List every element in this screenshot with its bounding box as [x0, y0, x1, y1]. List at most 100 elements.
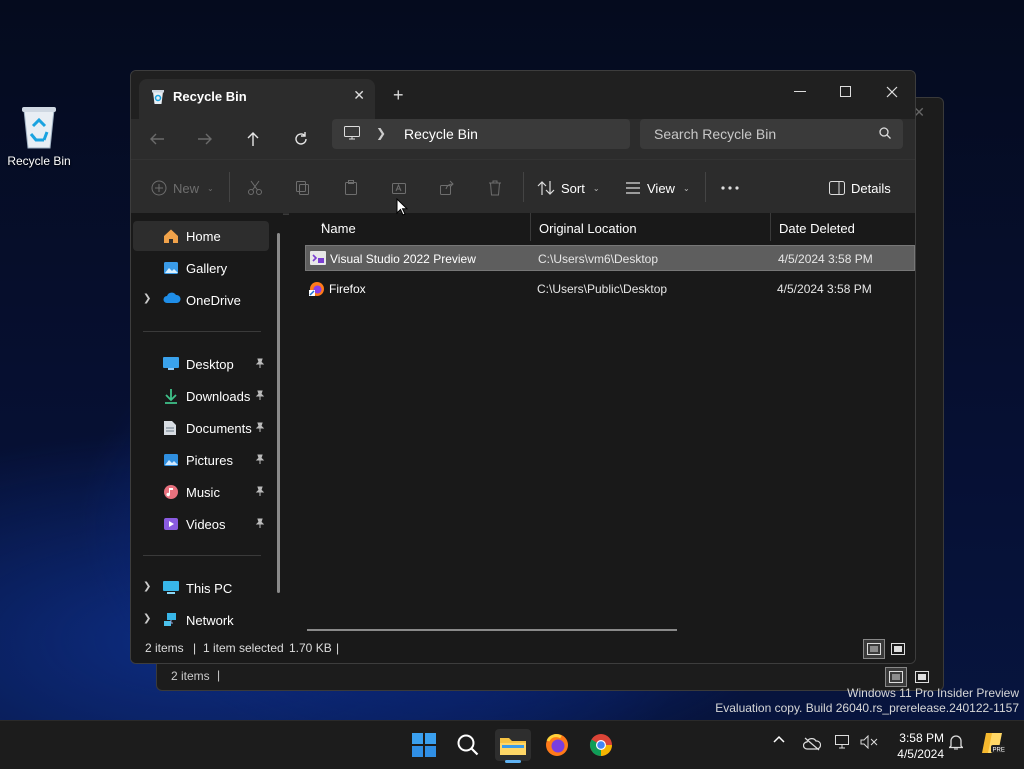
details-view-icon[interactable] [863, 639, 885, 659]
sidebar-item-label: Home [186, 229, 221, 244]
firefox-icon [309, 281, 325, 297]
forward-arrow-icon[interactable] [193, 127, 217, 151]
sidebar-item-videos[interactable]: Videos [133, 509, 269, 539]
sidebar-item-pictures[interactable]: Pictures [133, 445, 269, 475]
refresh-icon[interactable] [289, 127, 313, 151]
breadcrumb-recycle-bin[interactable]: Recycle Bin [404, 126, 478, 142]
clock-time: 3:58 PM [899, 731, 944, 745]
horizontal-scrollbar[interactable] [307, 629, 677, 631]
file-row-visual-studio[interactable]: Visual Studio 2022 Preview C:\Users\vm6\… [305, 245, 915, 271]
search-icon[interactable] [450, 729, 486, 761]
delete-icon[interactable] [487, 178, 503, 198]
rename-icon[interactable] [391, 178, 407, 198]
background-details-view-icon[interactable] [885, 667, 907, 687]
sidebar-item-documents[interactable]: Documents [133, 413, 269, 443]
pin-icon[interactable] [255, 454, 265, 464]
cut-icon[interactable] [247, 178, 263, 198]
status-item-count: 2 items [145, 641, 184, 655]
network-status-icon[interactable] [835, 735, 851, 749]
sidebar-item-label: Documents [186, 421, 252, 436]
sidebar-item-network[interactable]: ❯ Network [133, 605, 269, 635]
firefox-taskbar-icon[interactable] [539, 729, 575, 761]
svg-text:PRE: PRE [993, 748, 1005, 754]
pin-icon[interactable] [255, 358, 265, 368]
sidebar-item-desktop[interactable]: Desktop [133, 349, 269, 379]
column-header-label: Name [321, 221, 356, 236]
sidebar-item-this-pc[interactable]: ❯ This PC [133, 573, 269, 603]
breadcrumb-chevron-icon[interactable]: ❯ [376, 126, 386, 140]
pin-icon[interactable] [255, 422, 265, 432]
view-button[interactable]: View ⌄ [625, 178, 690, 198]
watermark-line-2: Evaluation copy. Build 26040.rs_prerelea… [715, 701, 1019, 715]
file-row-firefox[interactable]: Firefox C:\Users\Public\Desktop 4/5/2024… [305, 276, 915, 302]
column-header-original-location[interactable]: Original Location [531, 213, 771, 241]
new-button[interactable]: New ⌄ [151, 178, 214, 198]
column-header-name[interactable]: ^ Name [313, 213, 531, 241]
file-name: Visual Studio 2022 Preview [330, 252, 476, 266]
documents-icon [163, 420, 177, 436]
status-bar: 2 items | 1 item selected 1.70 KB | [131, 633, 915, 663]
show-hidden-icons-chevron-icon[interactable] [773, 735, 785, 743]
minimize-icon[interactable] [777, 77, 823, 107]
download-icon [163, 388, 179, 404]
sidebar-item-gallery[interactable]: Gallery [133, 253, 269, 283]
view-label: View [647, 180, 675, 196]
search-box[interactable] [640, 119, 903, 149]
sidebar-item-label: Pictures [186, 453, 233, 468]
up-arrow-icon[interactable] [241, 127, 265, 151]
recycle-bin-icon [19, 104, 59, 150]
tiles-view-icon[interactable] [887, 639, 909, 659]
details-button[interactable]: Details [829, 178, 891, 198]
pin-icon[interactable] [255, 486, 265, 496]
volume-muted-icon[interactable] [860, 735, 878, 749]
pin-icon[interactable] [255, 390, 265, 400]
copilot-preview-icon[interactable]: PRE [980, 731, 1006, 755]
sidebar-item-downloads[interactable]: Downloads [133, 381, 269, 411]
file-date-deleted: 4/5/2024 3:58 PM [778, 252, 873, 266]
desktop-recycle-bin-label: Recycle Bin [7, 154, 71, 168]
music-icon [163, 484, 179, 500]
sidebar-item-onedrive[interactable]: ❯ OneDrive [133, 285, 269, 315]
onedrive-offline-icon[interactable] [803, 737, 821, 751]
column-header-date-deleted[interactable]: Date Deleted [771, 213, 915, 241]
sidebar-item-home[interactable]: Home [133, 221, 269, 251]
desktop-recycle-bin[interactable]: Recycle Bin [4, 104, 74, 168]
close-icon[interactable] [869, 77, 915, 107]
notification-bell-icon[interactable] [949, 734, 963, 750]
address-bar[interactable]: ❯ Recycle Bin [332, 119, 630, 149]
paste-icon[interactable] [343, 178, 359, 198]
watermark-line-1: Windows 11 Pro Insider Preview [847, 686, 1019, 700]
background-tiles-view-icon[interactable] [911, 667, 933, 687]
search-input[interactable] [652, 125, 866, 143]
search-icon[interactable] [879, 127, 891, 139]
more-options-icon[interactable] [721, 178, 739, 198]
back-arrow-icon[interactable] [145, 127, 169, 151]
copy-icon[interactable] [295, 178, 311, 198]
expand-chevron-icon[interactable]: ❯ [143, 613, 151, 624]
expand-chevron-icon[interactable]: ❯ [143, 293, 151, 304]
navigation-pane: Home Gallery ❯ OneDrive Desktop Download… [131, 213, 283, 633]
sidebar-item-music[interactable]: Music [133, 477, 269, 507]
tab-recycle-bin[interactable]: Recycle Bin ✕ [139, 79, 375, 119]
expand-chevron-icon[interactable]: ❯ [143, 581, 151, 592]
title-bar[interactable]: Recycle Bin ✕ + [131, 71, 915, 119]
maximize-icon[interactable] [823, 77, 869, 107]
status-selected-size: 1.70 KB [289, 641, 332, 655]
sidebar-scrollbar[interactable] [277, 233, 280, 593]
tab-close-icon[interactable]: ✕ [353, 87, 365, 104]
sidebar-divider [143, 555, 261, 556]
videos-icon [163, 516, 179, 532]
background-status-items: 2 items [171, 669, 210, 683]
system-clock[interactable]: 3:58 PM 4/5/2024 [888, 730, 944, 762]
pin-icon[interactable] [255, 518, 265, 528]
explorer-window: Recycle Bin ✕ + ❯ Recycle Bin Search Rec… [130, 70, 916, 664]
start-button-windows-icon[interactable] [406, 729, 442, 761]
pictures-icon [163, 452, 179, 468]
sidebar-item-label: Music [186, 485, 220, 500]
status-separator: | [193, 641, 197, 655]
sort-button[interactable]: Sort ⌄ [537, 178, 600, 198]
new-tab-icon[interactable]: + [393, 85, 404, 106]
chrome-taskbar-icon[interactable] [583, 729, 619, 761]
share-icon[interactable] [439, 178, 455, 198]
file-explorer-taskbar-icon[interactable] [495, 729, 531, 763]
